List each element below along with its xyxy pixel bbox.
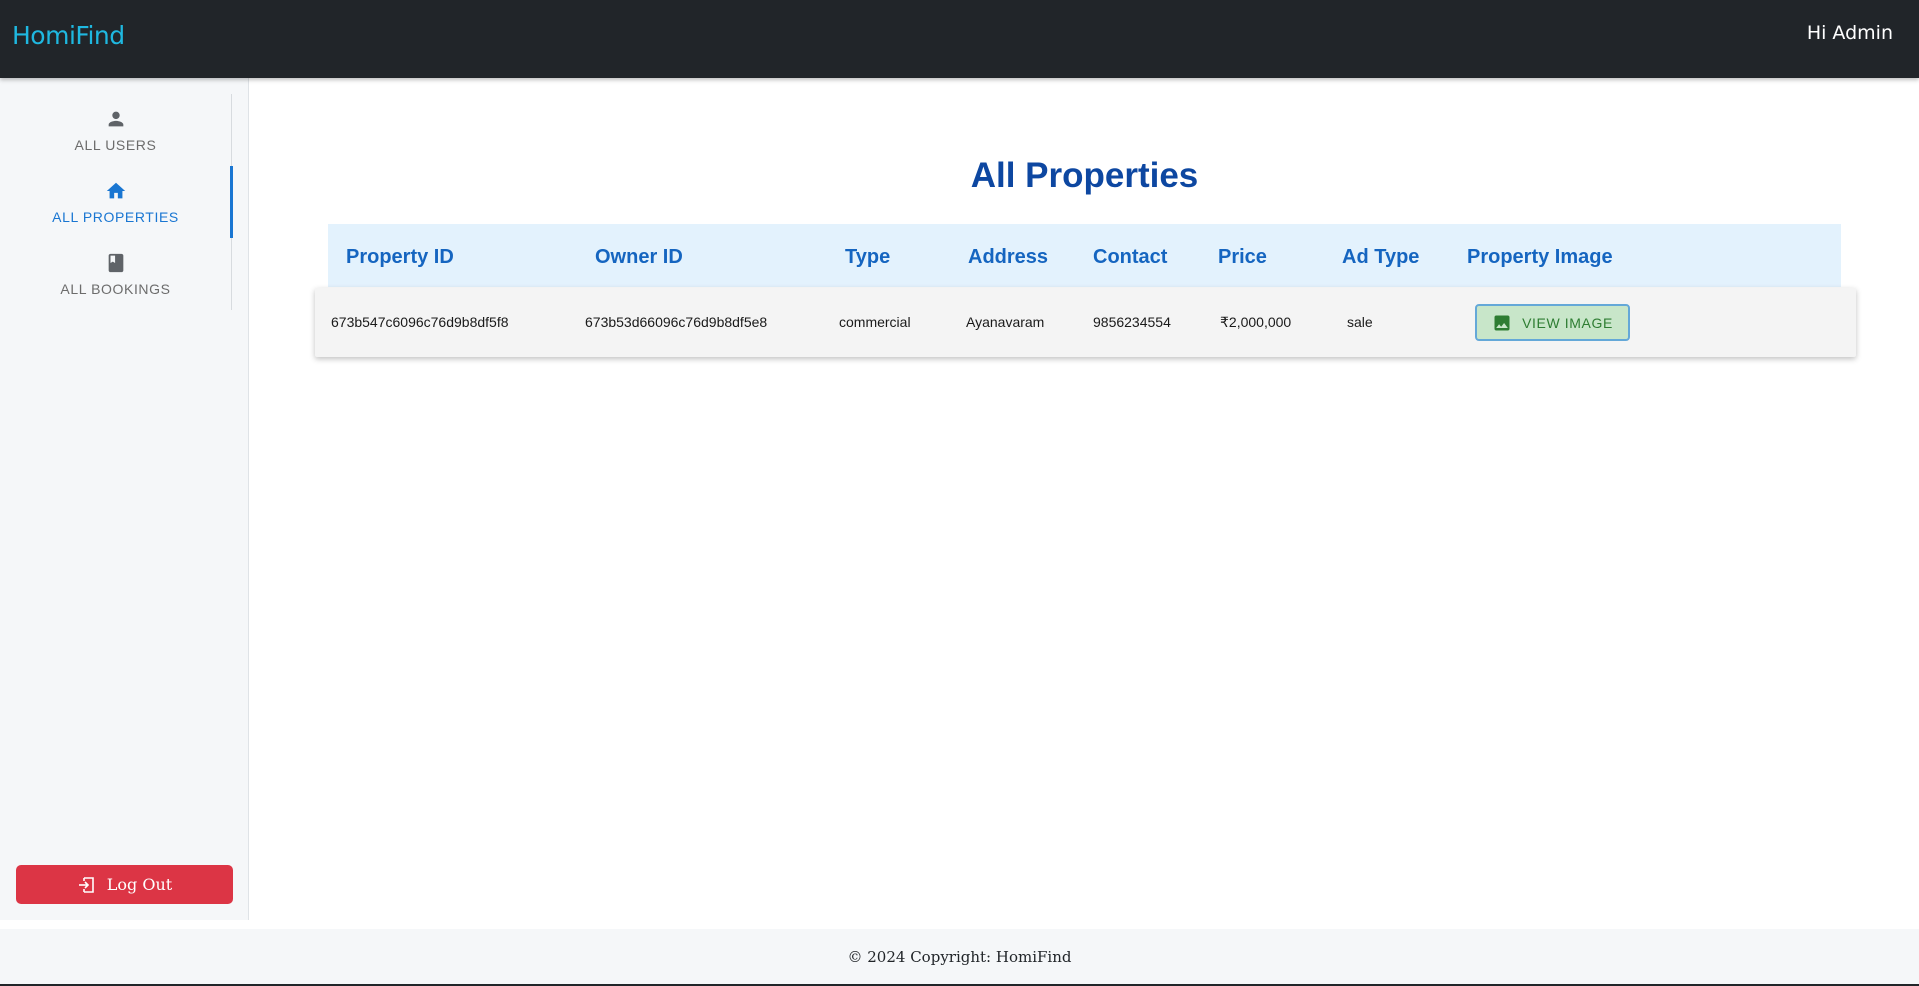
page-title: All Properties — [970, 156, 1199, 195]
sidebar-item-label: ALL USERS — [74, 136, 157, 153]
home-icon — [106, 182, 125, 198]
person-icon — [108, 111, 123, 126]
sidebar-nav: ALL USERS ALL PROPERTIES ALL BOOKINGS — [0, 94, 233, 310]
brand-logo[interactable]: HomiFind — [12, 21, 125, 50]
view-image-button[interactable]: VIEW IMAGE — [1475, 304, 1630, 341]
sidebar-item-label: ALL BOOKINGS — [60, 280, 171, 297]
footer: © 2024 Copyright: HomiFind — [0, 929, 1919, 986]
copyright-text: © 2024 Copyright: HomiFind — [847, 948, 1072, 966]
admin-greeting: Hi Admin — [1806, 22, 1893, 44]
column-header-ad-type: Ad Type — [1342, 246, 1420, 268]
table-header: Property ID Owner ID Type Address Contac… — [328, 224, 1841, 287]
cell-owner-id: 673b53d66096c76d9b8df5e8 — [585, 314, 768, 330]
table-row: 673b547c6096c76d9b8df5f8 673b53d66096c76… — [315, 288, 1856, 357]
cell-property-id: 673b547c6096c76d9b8df5f8 — [331, 314, 509, 330]
sidebar-item-label: ALL PROPERTIES — [52, 208, 179, 225]
sidebar-item-all-properties[interactable]: ALL PROPERTIES — [0, 166, 233, 238]
cell-price: ₹2,000,000 — [1220, 314, 1292, 330]
sidebar-item-all-users[interactable]: ALL USERS — [0, 94, 231, 166]
logout-button[interactable]: Log Out — [16, 865, 233, 904]
book-icon — [108, 253, 123, 272]
cell-contact: 9856234554 — [1093, 314, 1171, 330]
column-header-type: Type — [845, 246, 891, 268]
cell-address: Ayanavaram — [966, 314, 1045, 330]
column-header-price: Price — [1218, 246, 1267, 268]
top-navbar: HomiFind Hi Admin — [0, 0, 1919, 78]
view-image-label: VIEW IMAGE — [1522, 314, 1613, 331]
column-header-owner-id: Owner ID — [595, 246, 683, 268]
logout-icon — [78, 876, 94, 893]
column-header-address: Address — [968, 246, 1049, 268]
sidebar-item-all-bookings[interactable]: ALL BOOKINGS — [0, 238, 231, 310]
sidebar: ALL USERS ALL PROPERTIES ALL BOOKINGS Lo… — [0, 78, 249, 920]
cell-ad-type: sale — [1347, 314, 1373, 330]
cell-type: commercial — [839, 314, 911, 330]
logout-label: Log Out — [106, 875, 173, 894]
column-header-property-image: Property Image — [1467, 246, 1613, 268]
main-content: All Properties Property ID Owner ID Type… — [250, 78, 1919, 920]
column-header-contact: Contact — [1093, 246, 1168, 268]
column-header-property-id: Property ID — [346, 246, 454, 268]
image-icon — [1494, 315, 1510, 330]
